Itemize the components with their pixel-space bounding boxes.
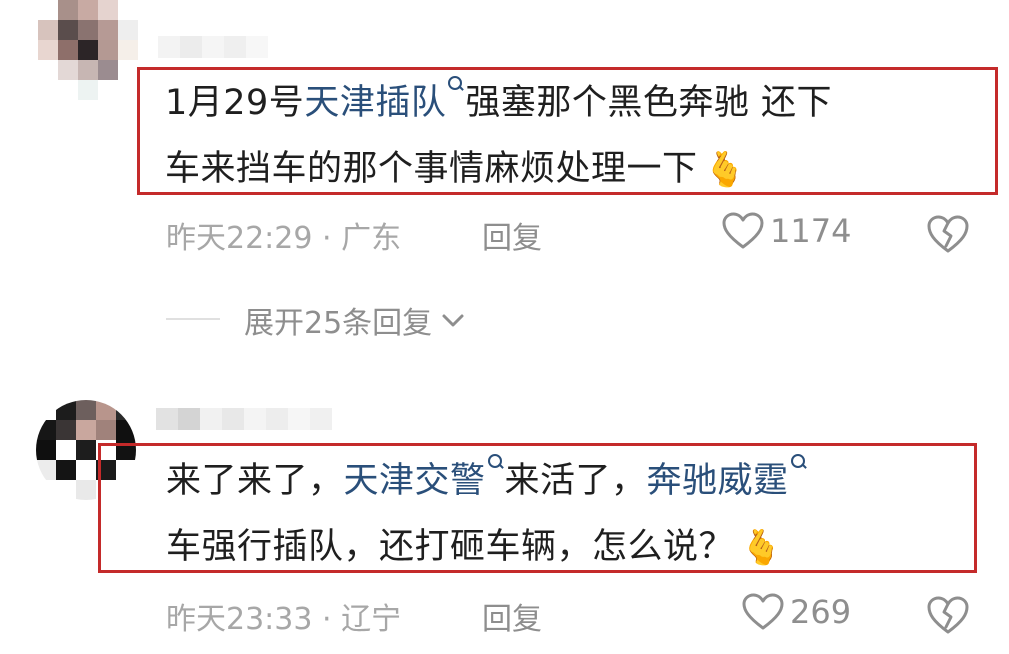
search-icon [487,448,503,478]
username-blurred[interactable] [156,408,332,430]
dislike-button[interactable] [926,595,970,635]
topic-link[interactable]: 天津插队 [304,76,465,123]
expand-replies-label[interactable]: 展开25条回复 [244,298,432,342]
divider-line [166,318,220,320]
like-count: 269 [790,593,852,631]
dislike-button[interactable] [926,214,970,254]
comment-body: 1月29号天津插队 强塞那个黑色奔驰 还下 车来挡车的那个事情麻烦处理一下 🫰 [165,70,832,203]
comment-line: 车来挡车的那个事情麻烦处理一下 🫰 [165,136,832,203]
reply-button[interactable]: 回复 [482,594,542,638]
expand-replies-button[interactable]: 展开25条回复 [244,298,466,342]
topic-label[interactable]: 天津交警 [344,461,486,501]
comment-timestamp-location: 昨天22:29 · 广东 [166,221,402,256]
comment-line: 车强行插队，还打砸车辆，怎么说？ 🫰 [166,514,808,581]
search-icon [790,448,806,478]
comment-text-segment: 来了来了， [166,461,344,501]
avatar[interactable] [38,0,138,100]
comment-timestamp-location: 昨天23:33 · 辽宁 [166,602,402,637]
like-button[interactable]: 1174 [722,212,851,250]
topic-link[interactable]: 奔驰威霆 [647,454,808,501]
comment-text-segment: 强塞那个黑色奔驰 还下 [465,83,832,123]
topic-label[interactable]: 天津插队 [304,83,446,123]
comment-text-segment: 车强行插队，还打砸车辆，怎么说？ [166,527,735,567]
broken-heart-icon [927,596,969,634]
search-icon [447,70,463,100]
broken-heart-icon [927,215,969,253]
heart-outline-icon [742,593,784,630]
heart-outline-icon [722,212,764,249]
topic-label[interactable]: 奔驰威霆 [647,461,789,501]
comment-text-segment: 车来挡车的那个事情麻烦处理一下 [165,149,698,189]
comment-text-segment: 1月29号 [165,83,305,123]
like-button[interactable]: 269 [742,593,851,631]
comment-line: 1月29号天津插队 强塞那个黑色奔驰 还下 [165,70,832,136]
comment-line: 来了来了，天津交警 来活了，奔驰威霆 [166,448,808,514]
comment-text-segment: 来活了， [504,461,647,501]
username-blurred[interactable] [158,36,268,58]
topic-link[interactable]: 天津交警 [344,454,505,501]
comment-body: 来了来了，天津交警 来活了，奔驰威霆 车强行插队，还打砸车辆，怎么说？ 🫰 [166,448,808,581]
finger-heart-emoji: 🫰 [740,528,783,568]
reply-button[interactable]: 回复 [482,213,542,257]
like-count: 1174 [770,212,852,250]
finger-heart-emoji: 🫰 [703,150,747,190]
chevron-down-icon [442,314,464,327]
